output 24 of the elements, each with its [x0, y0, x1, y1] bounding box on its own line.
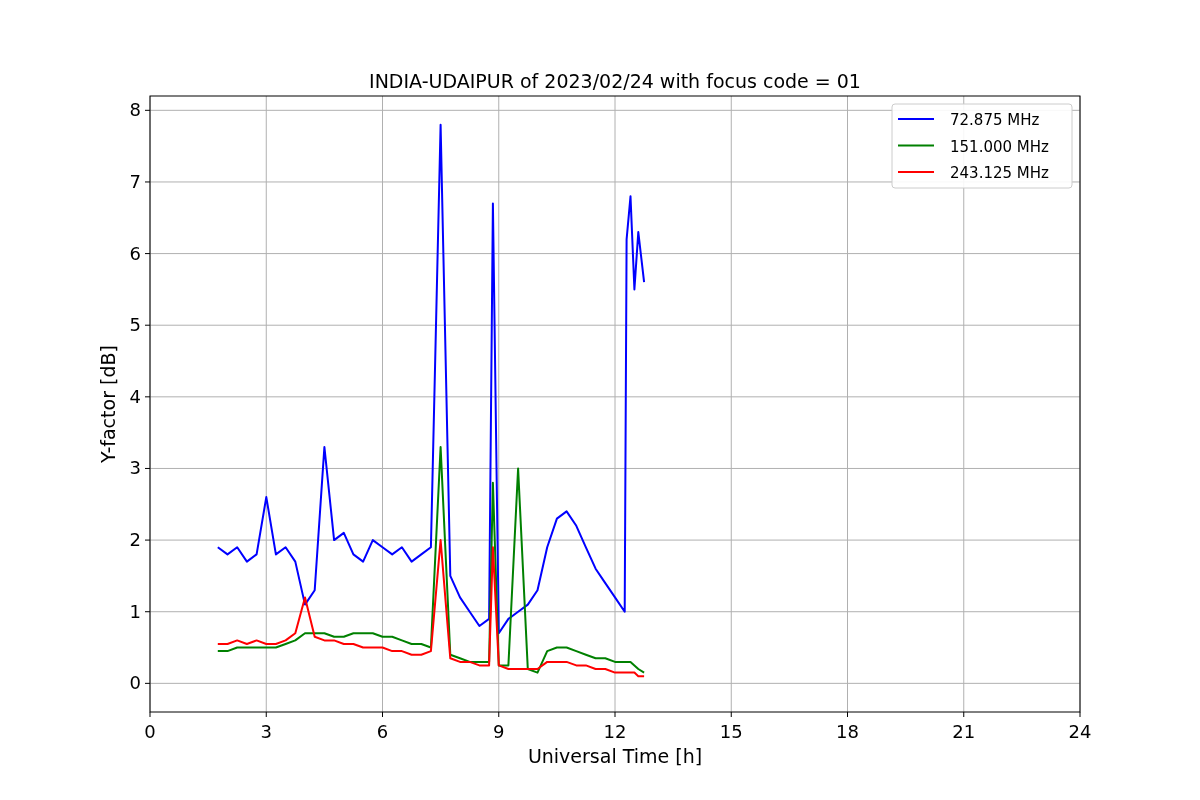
tick-label: 6: [376, 721, 389, 742]
tick-label: 5: [129, 314, 141, 336]
axis-label: Y-factor [dB]: [97, 345, 119, 463]
tick-label: 0: [144, 721, 156, 742]
tick-label: 18: [836, 721, 859, 742]
tick-label: 3: [260, 721, 272, 742]
tick-label: 4: [129, 385, 141, 407]
chart-title: INDIA-UDAIPUR of 2023/02/24 with focus code = 01: [369, 70, 861, 92]
tick-label: 15: [719, 721, 743, 742]
tick-label: 3: [129, 457, 141, 479]
tick-label: 6: [129, 242, 141, 264]
tick-label: 1: [129, 600, 141, 622]
tick-label: 7: [129, 170, 141, 192]
tick-label: 24: [1068, 721, 1092, 742]
tick-label: 9: [493, 721, 505, 742]
tick-label: 8: [129, 99, 141, 121]
legend-label: 151.000 MHz: [950, 137, 1049, 156]
legend-label: 243.125 MHz: [950, 164, 1049, 182]
tick-label: 2: [129, 529, 141, 551]
tick-label: 12: [603, 721, 627, 742]
tick-label: 21: [952, 721, 976, 742]
axis-label: Universal Time [h]: [527, 745, 703, 767]
tick-label: 0: [129, 672, 141, 694]
legend-label: 72.875 MHz: [950, 111, 1040, 129]
